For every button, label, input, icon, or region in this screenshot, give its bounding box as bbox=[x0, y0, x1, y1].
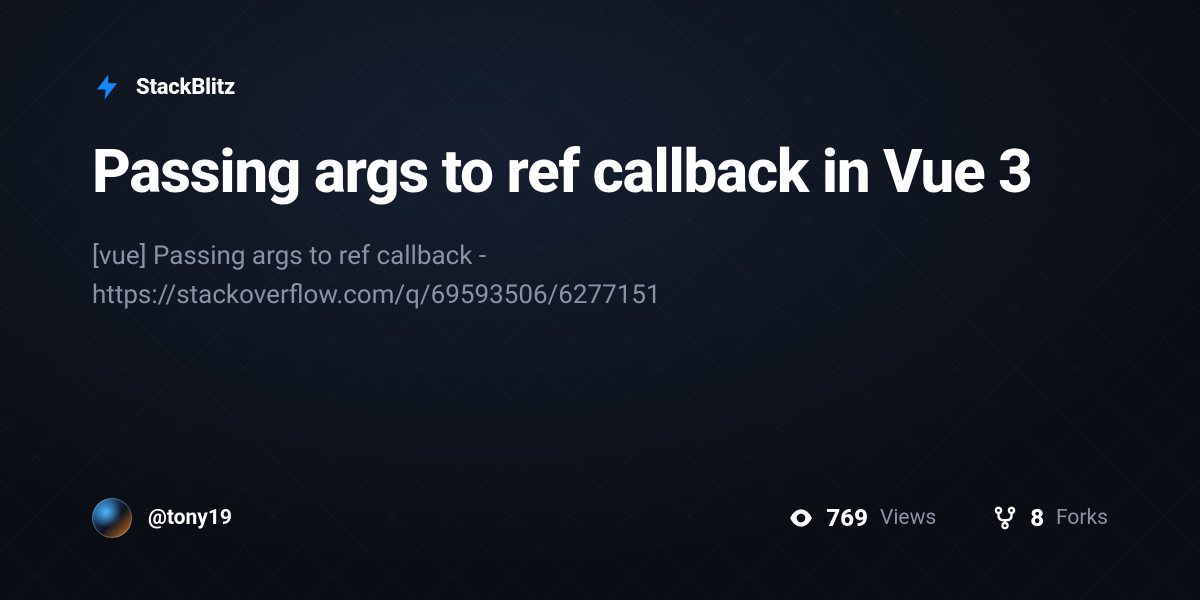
forks-label: Forks bbox=[1056, 506, 1108, 530]
author-username: @tony19 bbox=[148, 506, 232, 530]
project-description: [vue] Passing args to ref callback - htt… bbox=[92, 237, 992, 315]
views-count: 769 bbox=[826, 504, 868, 532]
views-label: Views bbox=[880, 506, 936, 530]
brand-row: StackBlitz bbox=[92, 72, 1108, 102]
footer-row: @tony19 769 Views 8 bbox=[92, 498, 1108, 538]
brand-name: StackBlitz bbox=[136, 75, 235, 100]
social-card: StackBlitz Passing args to ref callback … bbox=[0, 0, 1200, 600]
forks-count: 8 bbox=[1030, 504, 1044, 532]
author-block: @tony19 bbox=[92, 498, 732, 538]
fork-icon bbox=[992, 505, 1018, 531]
views-stat: 769 Views bbox=[788, 504, 936, 532]
forks-stat: 8 Forks bbox=[992, 504, 1108, 532]
bolt-icon bbox=[92, 72, 122, 102]
eye-icon bbox=[788, 505, 814, 531]
avatar bbox=[92, 498, 132, 538]
project-title: Passing args to ref callback in Vue 3 bbox=[92, 138, 1072, 205]
